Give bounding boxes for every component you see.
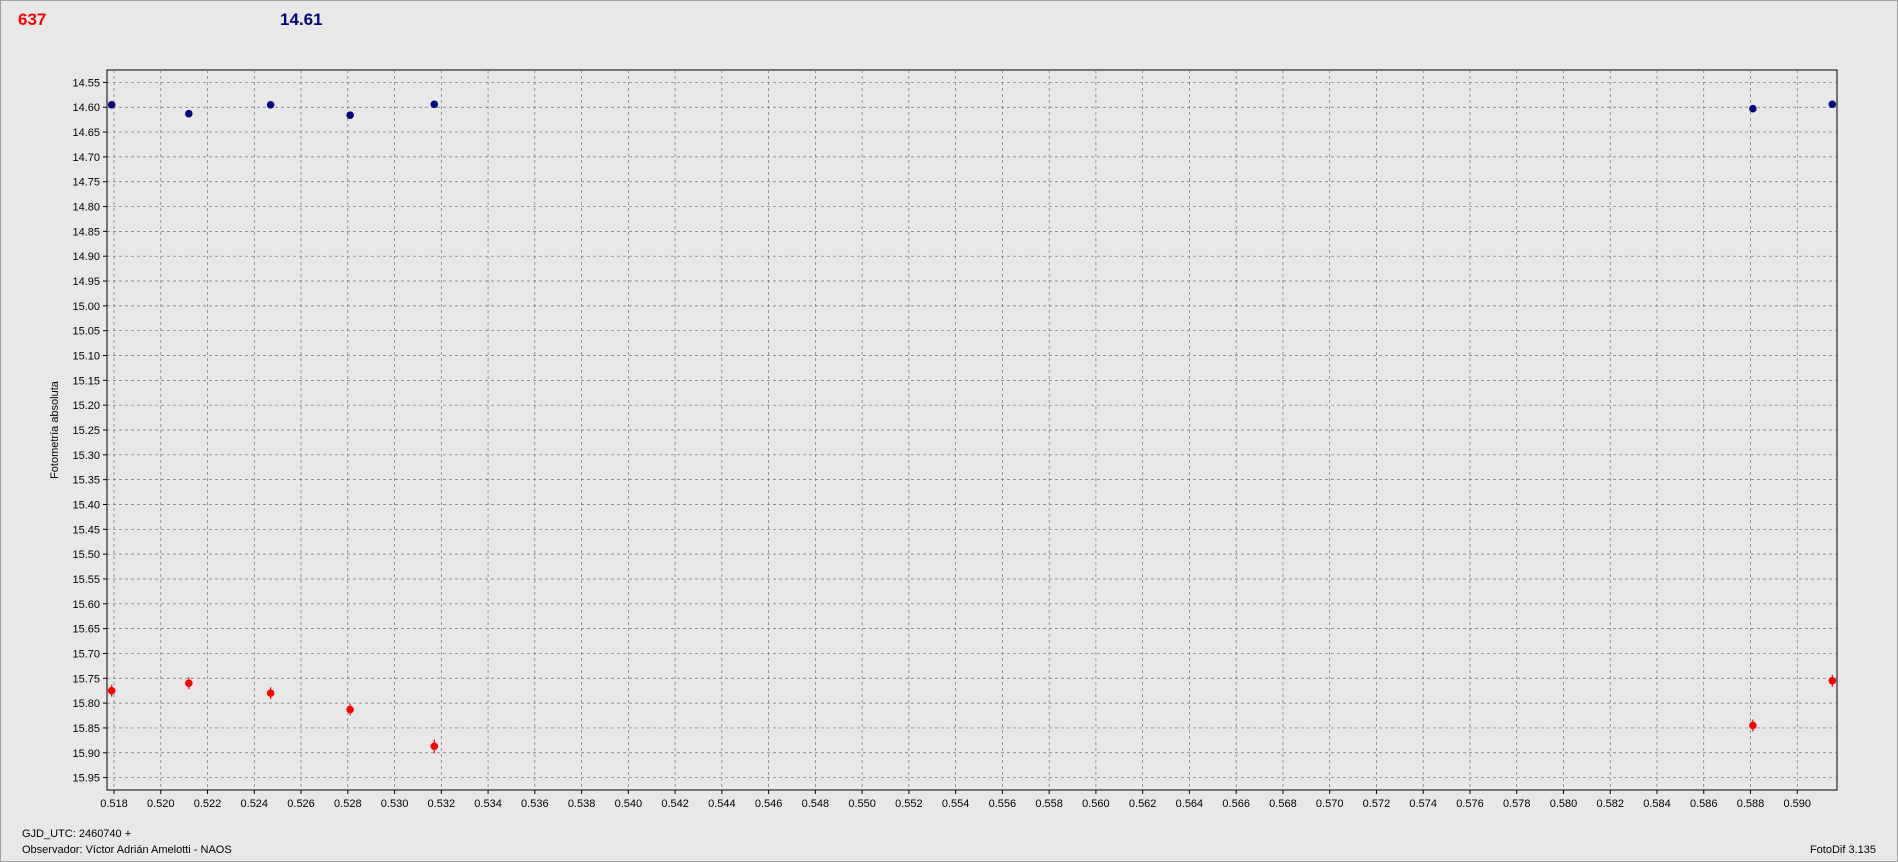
x-tick-label: 0.536 <box>521 798 549 810</box>
y-tick-label: 15.15 <box>72 375 100 387</box>
x-tick-label: 0.560 <box>1082 798 1110 810</box>
data-point <box>1828 100 1837 109</box>
x-tick-label: 0.532 <box>428 798 456 810</box>
data-point <box>185 109 193 118</box>
data-point <box>346 111 354 119</box>
data-point <box>107 686 116 695</box>
x-tick-label: 0.574 <box>1409 798 1437 810</box>
y-tick-label: 14.65 <box>72 127 100 139</box>
y-tick-label: 14.85 <box>72 226 100 238</box>
x-tick-label: 0.542 <box>661 798 689 810</box>
y-tick-label: 14.55 <box>72 77 100 89</box>
observer-label: Observador: Víctor Adrián Amelotti - NAO… <box>22 844 232 856</box>
x-tick-label: 0.520 <box>147 798 175 810</box>
y-tick-label: 15.45 <box>72 524 100 536</box>
x-tick-label: 0.522 <box>194 798 222 810</box>
x-axis-ticks: 0.518 0.520 0.522 0.524 0.526 0.528 0.530 0.532… <box>100 790 1811 810</box>
x-tick-label: 0.548 <box>802 798 830 810</box>
gjd-label: GJD_UTC: 2460740 + <box>22 828 132 840</box>
x-tick-label: 0.558 <box>1035 798 1063 810</box>
y-tick-label: 15.70 <box>72 648 100 660</box>
y-tick-label: 14.80 <box>72 202 100 214</box>
x-tick-label: 0.586 <box>1690 798 1718 810</box>
x-tick-label: 0.578 <box>1503 798 1531 810</box>
x-tick-label: 0.526 <box>287 798 315 810</box>
x-tick-label: 0.584 <box>1643 798 1671 810</box>
x-tick-label: 0.554 <box>942 798 970 810</box>
x-tick-label: 0.524 <box>241 798 269 810</box>
y-tick-label: 15.60 <box>72 599 100 611</box>
y-tick-label: 15.00 <box>72 301 100 313</box>
x-tick-label: 0.572 <box>1363 798 1391 810</box>
y-tick-label: 15.50 <box>72 549 100 561</box>
x-tick-label: 0.540 <box>615 798 643 810</box>
x-tick-label: 0.556 <box>989 798 1017 810</box>
y-tick-label: 15.65 <box>72 624 100 636</box>
y-tick-label: 14.90 <box>72 251 100 263</box>
y-tick-label: 14.60 <box>72 102 100 114</box>
x-tick-label: 0.552 <box>895 798 923 810</box>
x-tick-label: 0.568 <box>1269 798 1297 810</box>
y-axis-ticks: 14.55 14.60 14.65 14.70 14.75 14.80 14.85 14.90… <box>72 77 107 785</box>
x-tick-label: 0.550 <box>848 798 876 810</box>
x-tick-label: 0.588 <box>1737 798 1765 810</box>
y-tick-label: 15.80 <box>72 698 100 710</box>
x-tick-label: 0.564 <box>1176 798 1204 810</box>
data-point <box>107 100 116 109</box>
y-tick-label: 14.70 <box>72 152 100 164</box>
data-point <box>1828 676 1837 685</box>
data-point <box>266 100 275 109</box>
y-tick-label: 15.95 <box>72 773 100 785</box>
y-tick-label: 15.25 <box>72 425 100 437</box>
x-tick-label: 0.576 <box>1456 798 1484 810</box>
data-point <box>1749 721 1757 730</box>
y-tick-label: 15.10 <box>72 351 100 363</box>
y-tick-label: 15.35 <box>72 475 100 487</box>
y-tick-label: 15.20 <box>72 400 100 412</box>
x-tick-label: 0.566 <box>1222 798 1250 810</box>
y-tick-label: 14.75 <box>72 177 100 189</box>
data-point <box>1749 104 1757 113</box>
data-point <box>266 689 275 697</box>
light-curve-chart: 14.55 14.60 14.65 14.70 14.75 14.80 14.85 14.90… <box>49 69 1838 810</box>
y-tick-label: 15.05 <box>72 326 100 338</box>
x-tick-label: 0.582 <box>1596 798 1624 810</box>
y-axis-title: Fotometría absoluta <box>49 380 61 479</box>
y-tick-label: 15.75 <box>72 673 100 685</box>
x-tick-label: 0.590 <box>1783 798 1811 810</box>
data-point <box>346 705 354 714</box>
y-tick-label: 15.30 <box>72 450 100 462</box>
software-label: FotoDif 3.135 <box>1809 844 1876 856</box>
x-tick-label: 0.538 <box>568 798 596 810</box>
x-tick-label: 0.580 <box>1550 798 1578 810</box>
y-tick-label: 15.55 <box>72 574 100 586</box>
y-tick-label: 15.90 <box>72 748 100 760</box>
data-point <box>185 679 193 688</box>
x-tick-label: 0.562 <box>1129 798 1157 810</box>
y-tick-label: 14.95 <box>72 276 100 288</box>
y-tick-label: 15.40 <box>72 499 100 511</box>
x-tick-label: 0.518 <box>100 798 128 810</box>
x-tick-label: 0.528 <box>334 798 362 810</box>
x-tick-label: 0.570 <box>1316 798 1344 810</box>
data-point <box>430 100 439 109</box>
x-tick-label: 0.534 <box>474 798 502 810</box>
x-tick-label: 0.530 <box>381 798 409 810</box>
data-point <box>430 742 439 751</box>
x-tick-label: 0.546 <box>755 798 783 810</box>
x-tick-label: 0.544 <box>708 798 736 810</box>
y-tick-label: 15.85 <box>72 723 100 735</box>
